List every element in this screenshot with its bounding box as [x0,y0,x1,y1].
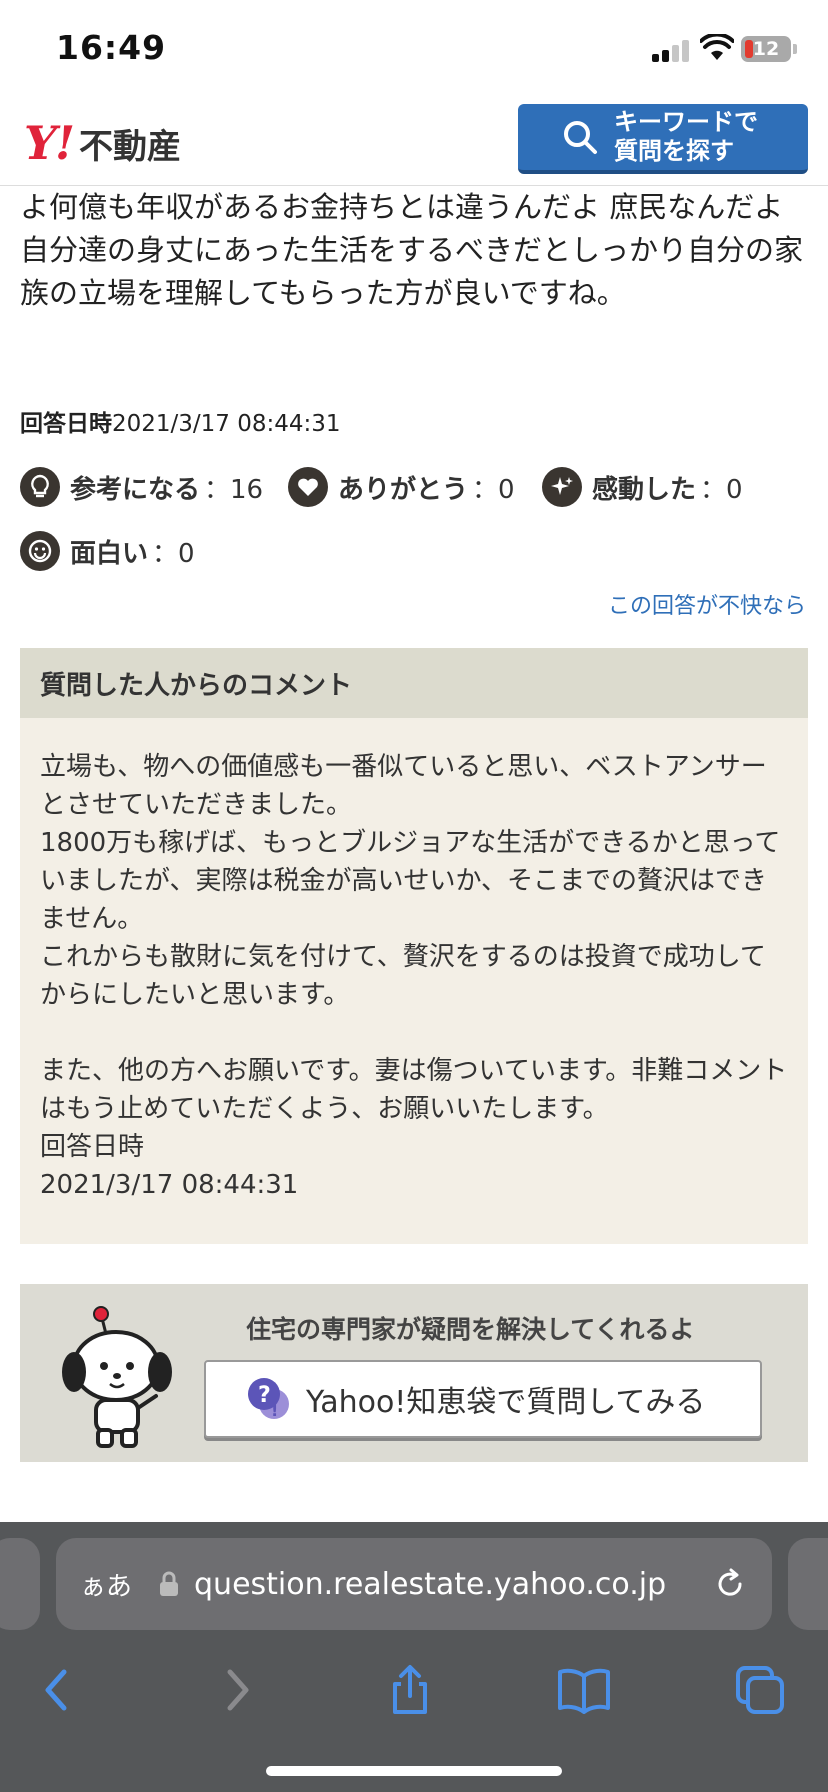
status-bar: 16:49 12 [0,0,828,100]
chiebukuro-promo: 住宅の専門家が疑問を解決してくれるよ ? ! Yahoo!知恵袋で質問してみる [20,1284,808,1462]
reload-icon[interactable] [712,1566,748,1602]
reader-settings-button[interactable]: ぁあ [80,1566,132,1603]
home-indicator [266,1766,562,1776]
questioner-comment-box: 質問した人からのコメント 立場も、物への価値感も一番似ていると思い、ベストアンサ… [20,648,808,1244]
keyword-search-label: キーワードで 質問を探す [614,108,758,165]
sparkle-icon [542,467,582,507]
site-logo[interactable]: Y! 不動産 [24,116,182,170]
reaction-funny[interactable]: 面白い ：0 [20,530,195,572]
reaction-thanks[interactable]: ありがとう ：0 [288,466,515,508]
heart-icon [288,467,328,507]
smile-icon [20,531,60,571]
reaction-moved[interactable]: 感動した ：0 [542,466,743,508]
logo-mark: Y! [24,116,75,170]
comment-date-label: 回答日時 [40,1132,145,1162]
reaction-label: 感動した [592,474,697,505]
answer-date-value: 2021/3/17 08:44:31 [112,411,341,437]
comment-body: 立場も、物への価値感も一番似ていると思い、ベストアンサーとさせていただきました。… [40,752,788,1124]
question-bubble-icon: ? ! [248,1378,289,1420]
next-tab-preview[interactable] [788,1538,828,1630]
battery-cap [793,44,797,54]
status-time: 16:49 [56,28,167,67]
browser-toolbar [0,1652,828,1752]
reaction-helpful[interactable]: 参考になる ：16 [20,466,263,508]
battery-icon: 12 [741,36,791,62]
reaction-count: ：0 [152,538,195,569]
bookmarks-icon[interactable] [556,1662,612,1718]
battery-level: 12 [752,38,780,60]
wifi-icon [700,34,734,60]
keyword-search-button[interactable]: キーワードで 質問を探す [518,104,808,174]
answer-text: よ何億も年収があるお金持ちとは違うんだよ 庶民なんだよ 自分達の身丈にあった生活… [20,190,804,310]
promo-text: 住宅の専門家が疑問を解決してくれるよ [246,1315,695,1344]
mascot-character-icon [62,1306,172,1448]
cellular-signal-icon [652,40,692,62]
url-text: question.realestate.yahoo.co.jp [194,1566,667,1602]
ask-chiebukuro-button[interactable]: ? ! Yahoo!知恵袋で質問してみる [204,1360,762,1438]
reaction-label: ありがとう [338,474,469,505]
site-header: Y! 不動産 キーワードで 質問を探す [0,100,828,186]
back-icon[interactable] [30,1662,86,1718]
forward-icon[interactable] [208,1662,264,1718]
tabs-icon[interactable] [732,1662,788,1718]
reaction-label: 参考になる [70,474,201,505]
logo-text: 不動産 [79,126,182,167]
svg-text:?: ? [258,1383,271,1408]
reaction-count: ：16 [204,474,264,505]
answer-date: 回答日時2021/3/17 08:44:31 [20,404,341,438]
lock-icon [160,1571,179,1596]
answer-date-label: 回答日時 [20,411,112,437]
address-bar[interactable]: ぁあ question.realestate.yahoo.co.jp [56,1538,772,1630]
svg-text:!: ! [271,1401,278,1420]
reaction-label: 面白い [70,538,149,569]
comment-heading: 質問した人からのコメント [20,648,808,718]
lightbulb-icon [20,467,60,507]
browser-bottom-bar: ぁあ question.realestate.yahoo.co.jp [0,1522,828,1792]
comment-date-value: 2021/3/17 08:44:31 [40,1170,299,1200]
previous-tab-preview[interactable] [0,1538,40,1630]
ask-chiebukuro-label: Yahoo!知恵袋で質問してみる [306,1385,706,1420]
reaction-count: ：0 [472,474,515,505]
search-icon [564,121,597,154]
reaction-count: ：0 [700,474,743,505]
share-icon[interactable] [382,1662,438,1718]
report-link[interactable]: この回答が不快なら [608,588,806,620]
